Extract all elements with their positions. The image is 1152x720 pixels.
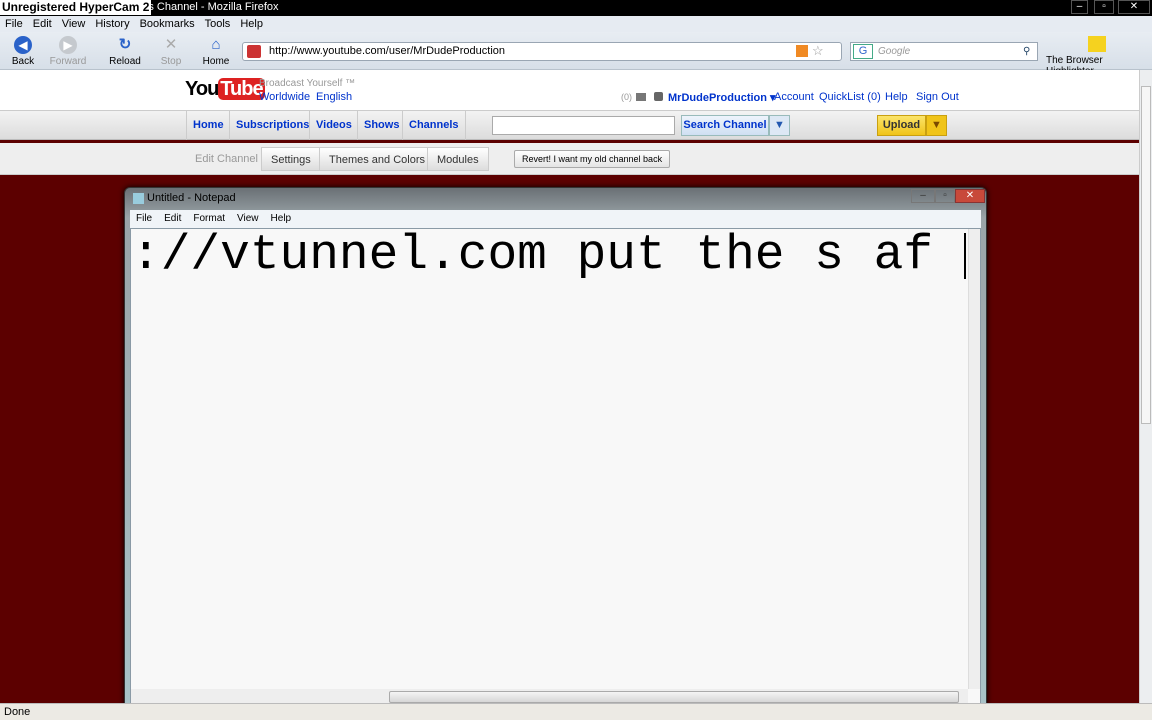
nav-subscriptions[interactable]: Subscriptions (229, 111, 315, 140)
notepad-maximize-button[interactable]: ▫ (935, 189, 955, 203)
language-link[interactable]: English (316, 91, 352, 103)
forward-button[interactable]: ▶ Forward (45, 36, 91, 67)
username: MrDudeProduction (668, 92, 767, 104)
menu-help[interactable]: Help (240, 16, 263, 32)
minimize-button[interactable]: – (1071, 0, 1088, 14)
search-input[interactable]: G Google ⚲ (850, 42, 1038, 61)
scrollbar-thumb[interactable] (1141, 86, 1151, 424)
search-icon[interactable]: ⚲ (1023, 43, 1030, 60)
nav-shows[interactable]: Shows (357, 111, 405, 140)
navigation-toolbar: ◀ Back ▶ Forward ↻ Reload ✕ Stop ⌂ Home http:… (0, 32, 1152, 77)
upload-dropdown-icon[interactable]: ▼ (926, 115, 947, 136)
notepad-title: Untitled - Notepad (147, 192, 236, 204)
close-button[interactable]: ✕ (1118, 0, 1150, 14)
tagline: Broadcast Yourself ™ (259, 78, 356, 89)
tab-themes-and-colors[interactable]: Themes and Colors (319, 147, 435, 171)
edit-channel-bar: Edit Channel Settings Themes and Colors … (0, 143, 1139, 175)
notepad-menu-format[interactable]: Format (193, 210, 225, 228)
home-icon: ⌂ (211, 36, 221, 53)
search-channel-button[interactable]: Search Channel (681, 115, 769, 136)
nav-home[interactable]: Home (186, 111, 230, 140)
maximize-button[interactable]: ▫ (1094, 0, 1114, 14)
account-link[interactable]: Account (774, 91, 814, 103)
notepad-window: Untitled - Notepad – ▫ ✕ File Edit Forma… (124, 187, 987, 712)
tab-settings[interactable]: Settings (261, 147, 321, 171)
mail-icon[interactable] (636, 93, 646, 101)
help-link[interactable]: Help (885, 91, 908, 103)
tv-icon (654, 92, 663, 101)
worldwide-link[interactable]: Worldwide (259, 91, 310, 103)
forward-label: Forward (49, 56, 87, 67)
nav-videos[interactable]: Videos (309, 111, 358, 140)
home-label: Home (202, 56, 230, 67)
window-titlebar: on's Channel - Mozilla Firefox Unregiste… (0, 0, 1152, 16)
upload-button[interactable]: Upload (877, 115, 926, 136)
notepad-text: ://vtunnel.com put the s af (131, 228, 934, 283)
youtube-header: You Tube Broadcast Yourself ™ Worldwide E… (0, 70, 1139, 110)
highlighter-icon[interactable] (1088, 36, 1106, 52)
notepad-vertical-scrollbar[interactable] (968, 229, 980, 689)
stop-button[interactable]: ✕ Stop (148, 36, 194, 67)
back-label: Back (11, 56, 35, 67)
text-caret (964, 233, 966, 279)
quicklist-link[interactable]: QuickList (0) (819, 91, 881, 103)
notepad-minimize-button[interactable]: – (911, 189, 935, 203)
notepad-menu-view[interactable]: View (237, 210, 259, 228)
notepad-menu-edit[interactable]: Edit (164, 210, 181, 228)
menu-history[interactable]: History (95, 16, 129, 32)
youtube-nav: Home Subscriptions Videos Shows Channels… (0, 110, 1139, 140)
back-arrow-icon: ◀ (14, 36, 32, 54)
username-menu[interactable]: MrDudeProduction ▾ (668, 91, 776, 104)
window-title: on's Channel - Mozilla Firefox (134, 1, 279, 13)
notepad-menu-file[interactable]: File (136, 210, 152, 228)
back-button[interactable]: ◀ Back (0, 36, 46, 67)
notepad-menubar: File Edit Format View Help (130, 210, 981, 228)
edit-channel-label: Edit Channel (195, 153, 258, 165)
youtube-favicon (247, 45, 261, 58)
stop-label: Stop (160, 56, 182, 67)
menu-bookmarks[interactable]: Bookmarks (140, 16, 195, 32)
reload-icon: ↻ (118, 36, 132, 53)
stop-icon: ✕ (164, 36, 178, 53)
notepad-close-button[interactable]: ✕ (955, 189, 985, 203)
horizontal-scroll-thumb[interactable] (389, 691, 959, 703)
url-text: http://www.youtube.com/user/MrDudeProduc… (269, 45, 506, 57)
notepad-icon (133, 193, 144, 204)
status-bar: Done (0, 703, 1152, 720)
nav-channels[interactable]: Channels (402, 111, 466, 140)
menu-tools[interactable]: Tools (205, 16, 231, 32)
search-placeholder: Google (878, 46, 911, 57)
inbox-count[interactable]: (0) (621, 92, 632, 102)
menu-file[interactable]: File (5, 16, 23, 32)
revert-channel-button[interactable]: Revert! I want my old channel back (514, 150, 671, 168)
bookmark-star-icon[interactable]: ☆ (812, 42, 824, 59)
notepad-text-area[interactable]: ://vtunnel.com put the s af (130, 228, 981, 706)
home-button[interactable]: ⌂ Home (193, 36, 239, 67)
forward-arrow-icon: ▶ (59, 36, 77, 54)
channel-search-input[interactable] (492, 116, 675, 135)
reload-button[interactable]: ↻ Reload (102, 36, 148, 67)
notepad-menu-help[interactable]: Help (271, 210, 292, 228)
page-scrollbar[interactable] (1139, 70, 1152, 703)
rss-icon[interactable] (796, 45, 808, 57)
menu-view[interactable]: View (62, 16, 86, 32)
tab-modules[interactable]: Modules (427, 147, 489, 171)
firefox-menubar: File Edit View History Bookmarks Tools H… (0, 16, 1152, 32)
menu-edit[interactable]: Edit (33, 16, 52, 32)
sign-out-link[interactable]: Sign Out (916, 91, 959, 103)
reload-label: Reload (109, 56, 141, 67)
youtube-logo[interactable]: You Tube (185, 78, 265, 101)
recorder-banner: Unregistered HyperCam 2 (0, 0, 152, 15)
google-engine-icon[interactable]: G (853, 44, 873, 59)
search-dropdown-icon[interactable]: ▼ (769, 115, 790, 136)
url-bar[interactable]: http://www.youtube.com/user/MrDudeProduc… (242, 42, 842, 61)
